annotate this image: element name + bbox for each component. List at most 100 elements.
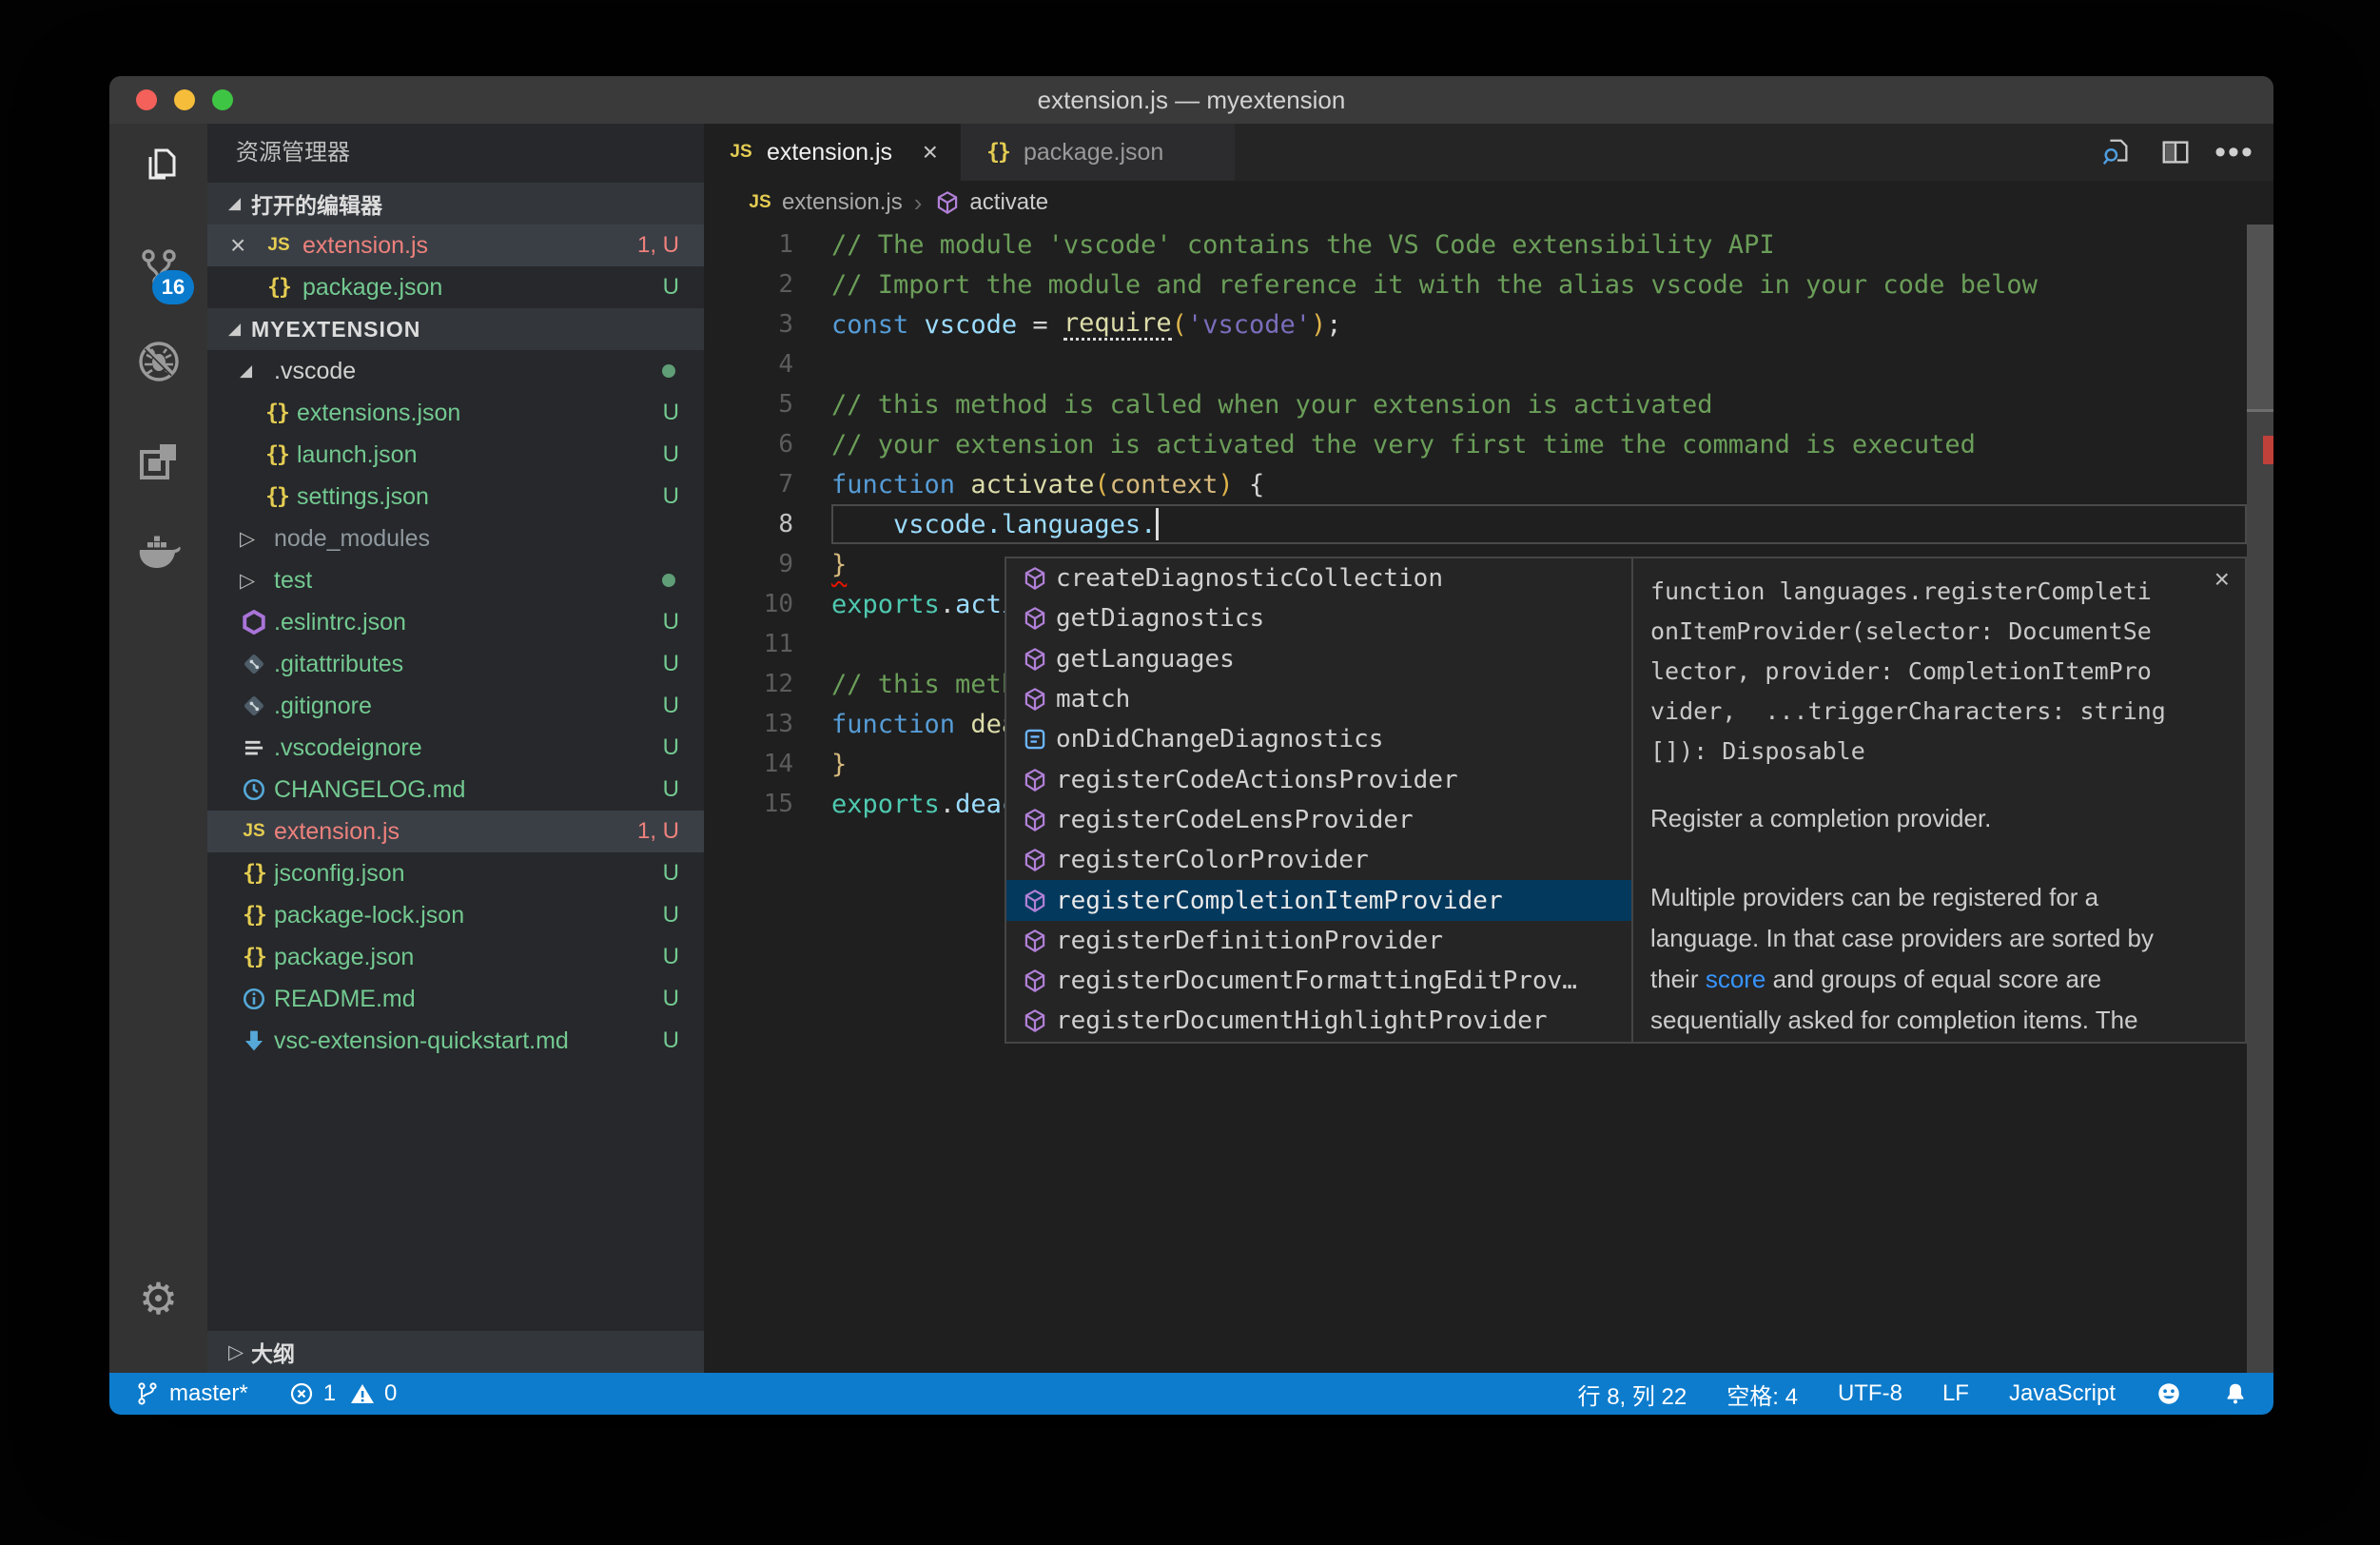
tree-item[interactable]: .vscodeignoreU	[207, 727, 704, 769]
status-bar-right: 行 8, 列 22 空格: 4 UTF-8 LF JavaScript	[1578, 1378, 2249, 1411]
lines-icon	[240, 733, 268, 762]
tree-item[interactable]: {}package.jsonU	[207, 936, 704, 978]
zoom-window-button[interactable]	[212, 89, 233, 110]
line-number: 2	[704, 270, 831, 299]
braces-icon: {}	[263, 482, 291, 511]
suggest-item[interactable]: createDiagnosticCollection	[1006, 558, 1631, 598]
line-number: 8	[704, 510, 831, 538]
status-item-error-count[interactable]: 1	[288, 1380, 336, 1407]
git-status-badge: U	[663, 400, 679, 426]
close-window-button[interactable]	[136, 89, 157, 110]
split-editor-button[interactable]	[2159, 136, 2192, 168]
activity-bar: 16 ⚙	[109, 124, 207, 1373]
suggest-item[interactable]: registerCodeActionsProvider	[1006, 759, 1631, 799]
status-item-eol[interactable]: LF	[1942, 1380, 1969, 1407]
git-status-badge: U	[663, 693, 679, 719]
more-actions-button[interactable]: •••	[2218, 136, 2251, 168]
braces-icon: {}	[264, 273, 293, 302]
minimize-window-button[interactable]	[174, 89, 195, 110]
suggest-item[interactable]: registerColorProvider	[1006, 840, 1631, 880]
breadcrumb[interactable]: JSextension.js›activate	[704, 181, 2273, 225]
line-number: 3	[704, 310, 831, 339]
tree-item[interactable]: ▷test	[207, 559, 704, 601]
open-changes-button[interactable]	[2100, 136, 2133, 168]
js-icon: JS	[727, 138, 755, 166]
close-editor-icon[interactable]: ×	[230, 230, 264, 261]
suggest-item[interactable]: registerDefinitionProvider	[1006, 921, 1631, 961]
docs-summary: Register a completion provider.	[1650, 798, 2228, 839]
git-dirty-dot	[662, 574, 675, 587]
git-branch-icon	[134, 1380, 161, 1407]
close-tab-icon[interactable]: ×	[923, 137, 938, 167]
breadcrumb-item[interactable]: activate	[969, 189, 1048, 216]
outline-section-header[interactable]: ▷ 大纲	[207, 1331, 704, 1373]
suggest-item[interactable]: registerDocumentFormattingEditProv…	[1006, 961, 1631, 1001]
docs-link[interactable]: score	[1706, 965, 1766, 993]
chevron-expanded-icon: ◢	[228, 320, 251, 339]
tree-item[interactable]: vsc-extension-quickstart.mdU	[207, 1020, 704, 1062]
chevron-collapsed-icon: ▷	[240, 527, 268, 551]
open-editor-item[interactable]: {}package.jsonU	[207, 266, 704, 308]
status-item-encoding[interactable]: UTF-8	[1838, 1380, 1902, 1407]
activity-bar-item-explorer[interactable]	[109, 120, 207, 211]
docs-description: Multiple providers can be registered for…	[1650, 877, 2228, 1044]
status-item-cursor-position[interactable]: 行 8, 列 22	[1578, 1378, 1687, 1411]
project-section-header[interactable]: ◢ MYEXTENSION	[207, 308, 704, 350]
activity-bar-item-source-control[interactable]: 16	[109, 223, 207, 314]
line-number: 1	[704, 230, 831, 259]
status-item-language-mode[interactable]: JavaScript	[2009, 1380, 2116, 1407]
chevron-expanded-icon: ◢	[240, 362, 268, 381]
git-status-badge: U	[663, 483, 679, 510]
editor-tab-extension.js[interactable]: JSextension.js×	[704, 124, 961, 181]
status-item-git-branch-status[interactable]: master*	[134, 1380, 248, 1407]
js-icon: JS	[264, 231, 293, 260]
tree-item[interactable]: README.mdU	[207, 978, 704, 1020]
line-number: 5	[704, 390, 831, 419]
suggest-item[interactable]: match	[1006, 679, 1631, 719]
tree-item[interactable]: ▷node_modules	[207, 518, 704, 559]
status-item-notifications[interactable]	[2222, 1380, 2249, 1407]
tree-item[interactable]: {}extensions.jsonU	[207, 392, 704, 434]
suggest-item[interactable]: registerDocumentHighlightProvider	[1006, 1001, 1631, 1041]
git-status-badge: U	[663, 651, 679, 677]
editor-tab-package.json[interactable]: {}package.json	[961, 124, 1235, 181]
git-status-badge: 1, U	[637, 818, 679, 845]
close-icon[interactable]: ×	[2214, 566, 2230, 593]
suggest-item[interactable]: registerCodeLensProvider	[1006, 800, 1631, 840]
activity-bar-item-docker[interactable]	[109, 507, 207, 598]
tree-item[interactable]: {}package-lock.jsonU	[207, 894, 704, 936]
extensions-icon	[136, 439, 182, 484]
status-item-warning-count[interactable]: 0	[349, 1380, 397, 1407]
symbol-method-icon	[1014, 887, 1056, 915]
tree-item[interactable]: {}settings.jsonU	[207, 476, 704, 518]
tree-item[interactable]: .eslintrc.jsonU	[207, 601, 704, 643]
suggest-item[interactable]: registerCompletionItemProvider	[1006, 880, 1631, 920]
sidebar-title: 资源管理器	[207, 124, 704, 183]
breadcrumb-item[interactable]: extension.js	[782, 189, 903, 216]
open-editor-item[interactable]: ×JSextension.js1, U	[207, 225, 704, 266]
tree-item[interactable]: ◢.vscode	[207, 350, 704, 392]
tree-item[interactable]: CHANGELOG.mdU	[207, 769, 704, 811]
symbol-event-icon	[1014, 725, 1056, 753]
suggest-item[interactable]: onDidChangeDiagnostics	[1006, 719, 1631, 759]
tree-item[interactable]: JSextension.js1, U	[207, 811, 704, 852]
error-icon	[288, 1380, 315, 1407]
suggest-item[interactable]: getDiagnostics	[1006, 598, 1631, 638]
bell-icon	[2222, 1380, 2249, 1407]
files-icon	[136, 143, 182, 188]
open-editors-section-header[interactable]: ◢ 打开的编辑器	[207, 183, 704, 225]
tree-item[interactable]: .gitattributesU	[207, 643, 704, 685]
tree-item[interactable]: .gitignoreU	[207, 685, 704, 727]
tree-item[interactable]: {}launch.jsonU	[207, 434, 704, 476]
activity-bar-item-settings[interactable]: ⚙	[109, 1253, 207, 1344]
scrollbar-thumb[interactable]	[2247, 225, 2273, 412]
status-item-feedback[interactable]	[2156, 1380, 2182, 1407]
tree-item[interactable]: {}jsconfig.jsonU	[207, 852, 704, 894]
scrollbar[interactable]	[2247, 225, 2273, 1373]
activity-bar-item-debug[interactable]	[109, 316, 207, 407]
clock-icon	[240, 775, 268, 804]
suggest-item[interactable]: getLanguages	[1006, 639, 1631, 679]
status-item-indentation[interactable]: 空格: 4	[1726, 1378, 1798, 1411]
activity-bar-item-extensions[interactable]	[109, 416, 207, 507]
js-icon: JS	[746, 188, 774, 217]
